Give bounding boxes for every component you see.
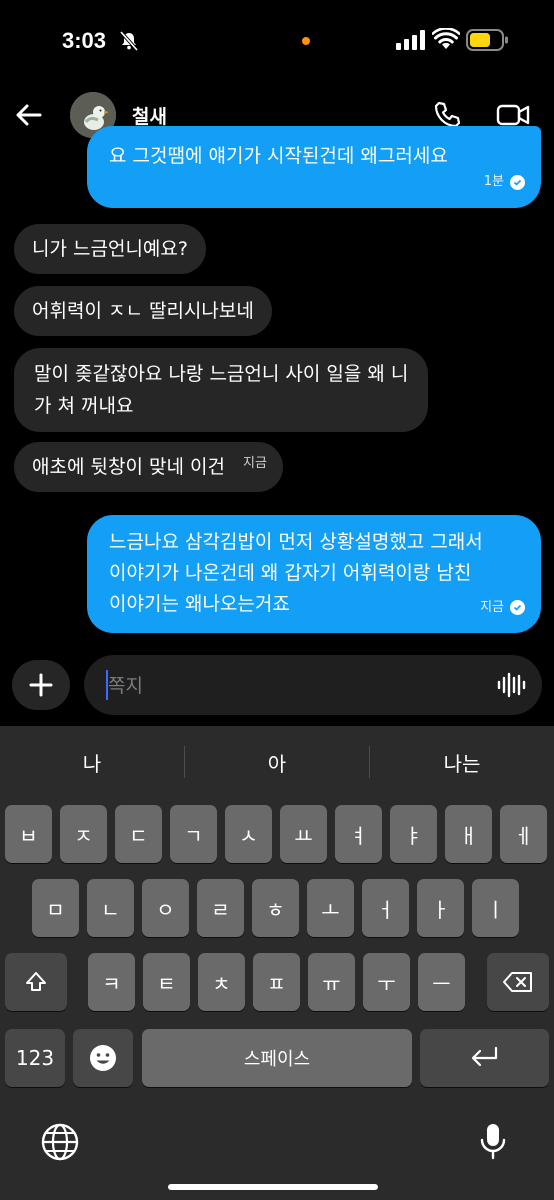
return-key[interactable] [420, 1029, 549, 1087]
message-line: 이야기는 왜나오는거죠 [109, 593, 290, 615]
key[interactable]: ㅕ [335, 805, 382, 863]
key[interactable]: ㅇ [142, 879, 189, 937]
key[interactable]: ㅌ [143, 953, 190, 1011]
read-check-icon [510, 174, 525, 190]
message-time: 지금 [243, 456, 267, 471]
message-meta: 1분 [484, 166, 525, 198]
message-time: 1분 [483, 174, 504, 189]
key[interactable]: ㅛ [280, 805, 327, 863]
key[interactable]: ㄴ [87, 879, 134, 937]
privacy-indicator-dot [302, 37, 310, 45]
key[interactable]: ㅓ [362, 879, 409, 937]
key[interactable]: ㄱ [170, 805, 217, 863]
key[interactable]: ㅋ [88, 953, 135, 1011]
outgoing-message-bubble[interactable]: 느금나요 삼각김밥이 먼저 상황설명했고 그래서 이야기가 나온건데 왜 갑자기… [87, 515, 541, 633]
message-line: 이야기가 나온건데 왜 갑자기 어휘력이랑 남친 [109, 562, 472, 584]
key[interactable]: ㅅ [225, 805, 272, 863]
voice-message-icon[interactable] [496, 670, 526, 700]
outgoing-message-bubble[interactable]: 요 그것땜에 얘기가 시작된건데 왜그러세요 1분 [87, 126, 541, 208]
suggestion-item[interactable]: 나는 [370, 726, 554, 798]
delete-key[interactable] [487, 953, 549, 1011]
message-line: 말이 좆같잖아요 나랑 느금언니 사이 일을 왜 니 [34, 363, 409, 385]
shift-key[interactable] [5, 953, 67, 1011]
emoji-key[interactable] [73, 1029, 133, 1087]
key[interactable]: ㅠ [308, 953, 355, 1011]
contact-name[interactable]: 철새 [132, 102, 167, 129]
wifi-icon [432, 28, 460, 49]
home-indicator[interactable] [168, 1184, 378, 1190]
emoji-icon [90, 1045, 116, 1071]
incoming-message-bubble[interactable]: 말이 좆같잖아요 나랑 느금언니 사이 일을 왜 니 가 쳐 꺼내요 [14, 348, 429, 432]
key[interactable]: ㅂ [5, 805, 52, 863]
incoming-message-bubble[interactable]: 애초에 뒷창이 맞네 이건 지금 [14, 442, 283, 492]
bell-off-icon [119, 30, 139, 52]
message-text: 요 그것땜에 얘기가 시작된건데 왜그러세요 [109, 145, 448, 167]
key[interactable]: ㅁ [32, 879, 79, 937]
incoming-message-bubble[interactable]: 니가 느금언니예요? [14, 224, 206, 274]
message-text: 어휘력이 ㅈㄴ 딸리시나보네 [32, 300, 254, 322]
status-time: 3:03 [62, 28, 107, 53]
key[interactable]: ㅎ [252, 879, 299, 937]
keyboard: 나 아 나는 ㅂ ㅈ ㄷ ㄱ ㅅ ㅛ ㅕ ㅑ ㅐ ㅔ ㅁ ㄴ ㅇ ㄹ ㅎ ㅗ ㅓ… [0, 726, 554, 1200]
status-bar: 3:03 [0, 0, 554, 90]
cellular-signal-icon [396, 30, 425, 50]
key[interactable]: ㅈ [60, 805, 107, 863]
key[interactable]: ㅗ [307, 879, 354, 937]
message-line: 가 쳐 꺼내요 [34, 395, 134, 417]
key[interactable]: ㅑ [390, 805, 437, 863]
key[interactable]: ㅊ [198, 953, 245, 1011]
globe-icon[interactable] [40, 1122, 80, 1162]
plus-icon [29, 673, 53, 697]
suggestion-item[interactable]: 아 [185, 726, 369, 798]
key[interactable]: ㅐ [445, 805, 492, 863]
key[interactable]: ㄷ [115, 805, 162, 863]
space-key[interactable]: 스페이스 [142, 1029, 412, 1087]
key[interactable]: ㅍ [253, 953, 300, 1011]
battery-icon [466, 29, 508, 51]
message-input[interactable]: 쪽지 [84, 655, 542, 715]
key[interactable]: ㅏ [417, 879, 464, 937]
key[interactable]: ㅜ [363, 953, 410, 1011]
key[interactable]: ㅣ [472, 879, 519, 937]
numbers-key[interactable]: 123 [5, 1029, 65, 1087]
message-time: 지금 [480, 600, 504, 615]
message-line: 느금나요 삼각김밥이 먼저 상황설명했고 그래서 [109, 531, 483, 553]
incoming-message-bubble[interactable]: 어휘력이 ㅈㄴ 딸리시나보네 [14, 286, 272, 336]
shift-icon [26, 972, 46, 991]
back-arrow-icon[interactable] [14, 100, 44, 130]
add-attachment-button[interactable] [12, 660, 70, 710]
message-input-placeholder: 쪽지 [108, 675, 143, 697]
read-check-icon [510, 600, 525, 615]
message-text: 니가 느금언니예요? [32, 238, 188, 260]
suggestion-item[interactable]: 나 [0, 726, 184, 798]
message-text: 애초에 뒷창이 맞네 이건 [32, 456, 225, 478]
message-meta: 지금 [480, 592, 525, 623]
return-icon [471, 1046, 497, 1067]
backspace-icon [503, 972, 532, 992]
key[interactable]: ㅡ [418, 953, 465, 1011]
key[interactable]: ㄹ [197, 879, 244, 937]
microphone-icon[interactable] [478, 1122, 508, 1162]
key[interactable]: ㅔ [500, 805, 547, 863]
